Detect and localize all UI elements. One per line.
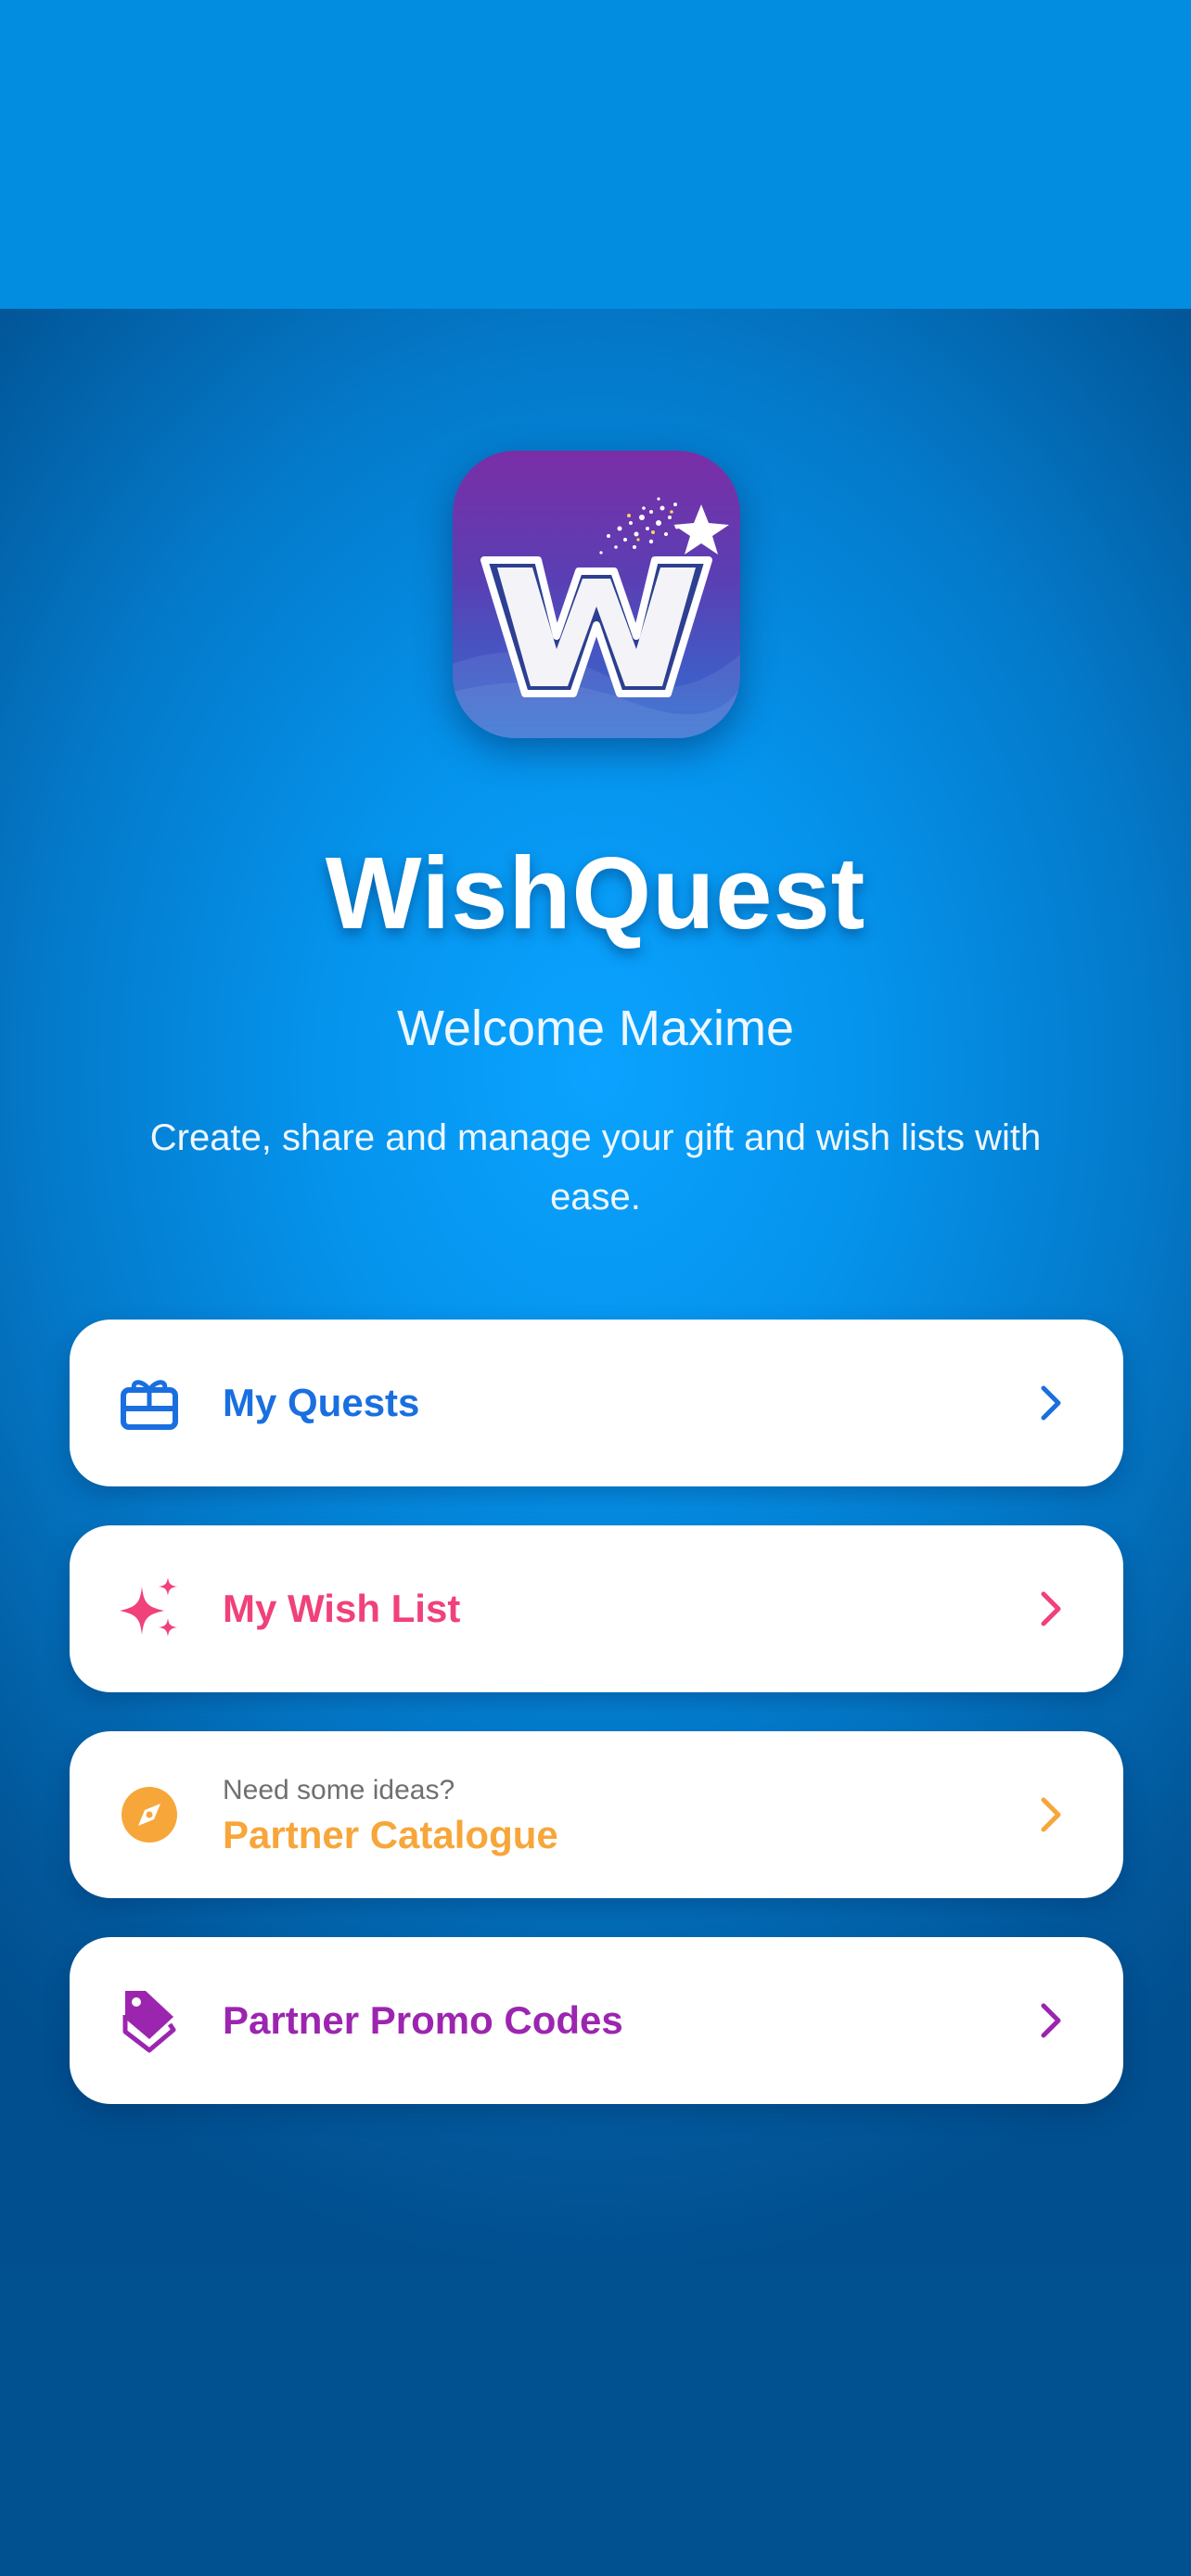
- tags-icon: [116, 1987, 183, 2054]
- welcome-message: Welcome Maxime: [396, 1001, 795, 1056]
- chevron-right-icon: [1031, 1383, 1071, 1423]
- bottom-area: [0, 2265, 1191, 2576]
- app-title: WishQuest: [325, 836, 866, 950]
- compass-icon: [116, 1781, 183, 1848]
- partner-catalogue-button[interactable]: Need some ideas? Partner Catalogue: [70, 1731, 1123, 1898]
- my-quests-label: My Quests: [223, 1381, 420, 1424]
- app-logo: [453, 451, 740, 738]
- gift-card-icon: [116, 1370, 183, 1436]
- my-wish-list-button[interactable]: My Wish List: [70, 1525, 1123, 1692]
- chevron-right-icon: [1031, 1588, 1071, 1629]
- chevron-right-icon: [1031, 1794, 1071, 1835]
- partner-promo-codes-label: Partner Promo Codes: [223, 1998, 623, 2042]
- partner-promo-codes-button[interactable]: Partner Promo Codes: [70, 1937, 1123, 2104]
- my-wish-list-label: My Wish List: [223, 1587, 461, 1630]
- chevron-right-icon: [1031, 2000, 1071, 2041]
- partner-catalogue-label: Partner Catalogue: [223, 1813, 558, 1856]
- app-tagline: Create, share and manage your gift and w…: [149, 1117, 1042, 1218]
- partner-catalogue-subtitle: Need some ideas?: [223, 1775, 455, 1805]
- my-quests-button[interactable]: My Quests: [70, 1320, 1123, 1486]
- status-bar-area: [0, 0, 1191, 309]
- sparkles-icon: [116, 1575, 183, 1642]
- partner-catalogue-text: Need some ideas? Partner Catalogue: [223, 1772, 558, 1861]
